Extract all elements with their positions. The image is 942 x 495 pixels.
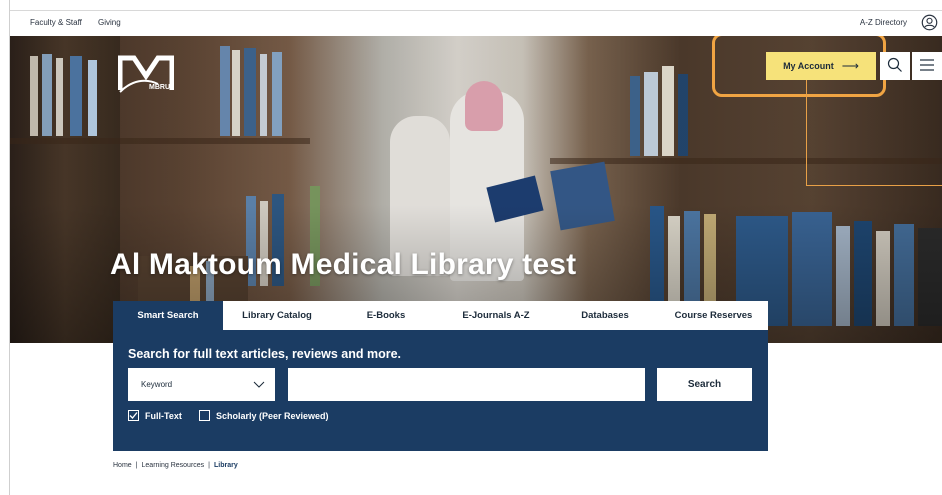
breadcrumb-separator: | [208,462,210,469]
page-title: Al Maktoum Medical Library test [110,248,577,281]
mbru-logo[interactable]: MBRU [118,54,174,94]
full-text-option[interactable]: Full-Text [128,410,182,421]
tab-library-catalog[interactable]: Library Catalog [223,301,331,330]
hero-banner: MBRU My Account ⟶ Al Maktoum Medical Lib… [10,36,942,343]
account-highlight-outline [712,36,886,97]
breadcrumb-current-library: Library [214,462,238,469]
logo-wordmark: MBRU [149,84,170,91]
tab-smart-search[interactable]: Smart Search [113,301,223,330]
scholarly-label: Scholarly (Peer Reviewed) [216,410,329,421]
full-text-label: Full-Text [145,410,182,421]
tab-databases[interactable]: Databases [551,301,659,330]
faculty-staff-link[interactable]: Faculty & Staff [30,18,82,27]
breadcrumb-separator: | [135,462,138,469]
search-heading: Search for full text articles, reviews a… [128,347,402,361]
az-directory-link[interactable]: A-Z Directory [860,18,907,27]
breadcrumb-home[interactable]: Home [113,462,132,469]
search-input[interactable] [288,368,645,401]
search-tabs: Smart Search Library Catalog E-Books E-J… [113,301,768,330]
tab-course-reserves[interactable]: Course Reserves [659,301,768,330]
search-toggle-button[interactable] [880,52,910,80]
tab-e-journals[interactable]: E-Journals A-Z [441,301,551,330]
search-icon [887,57,902,72]
hamburger-menu-icon [920,58,934,71]
full-text-checkbox[interactable] [128,410,139,421]
breadcrumb-learning-resources[interactable]: Learning Resources [142,462,205,469]
utility-bar: Faculty & Staff Giving A-Z Directory [10,11,942,36]
checkmark-icon [129,412,138,419]
search-field-select[interactable]: Keyword [128,368,275,401]
tab-e-books[interactable]: E-Books [331,301,441,330]
user-circle-icon[interactable] [921,14,938,31]
search-field-value: Keyword [141,380,173,389]
scholarly-option[interactable]: Scholarly (Peer Reviewed) [199,410,329,421]
scholarly-checkbox[interactable] [199,410,210,421]
giving-link[interactable]: Giving [98,18,121,27]
decorative-line [806,185,942,186]
menu-button[interactable] [912,52,942,80]
chevron-down-icon [253,381,265,388]
search-button[interactable]: Search [657,368,752,401]
decorative-line [806,80,807,186]
search-panel: Search for full text articles, reviews a… [113,330,768,451]
breadcrumb: Home | Learning Resources | Library [113,462,238,469]
